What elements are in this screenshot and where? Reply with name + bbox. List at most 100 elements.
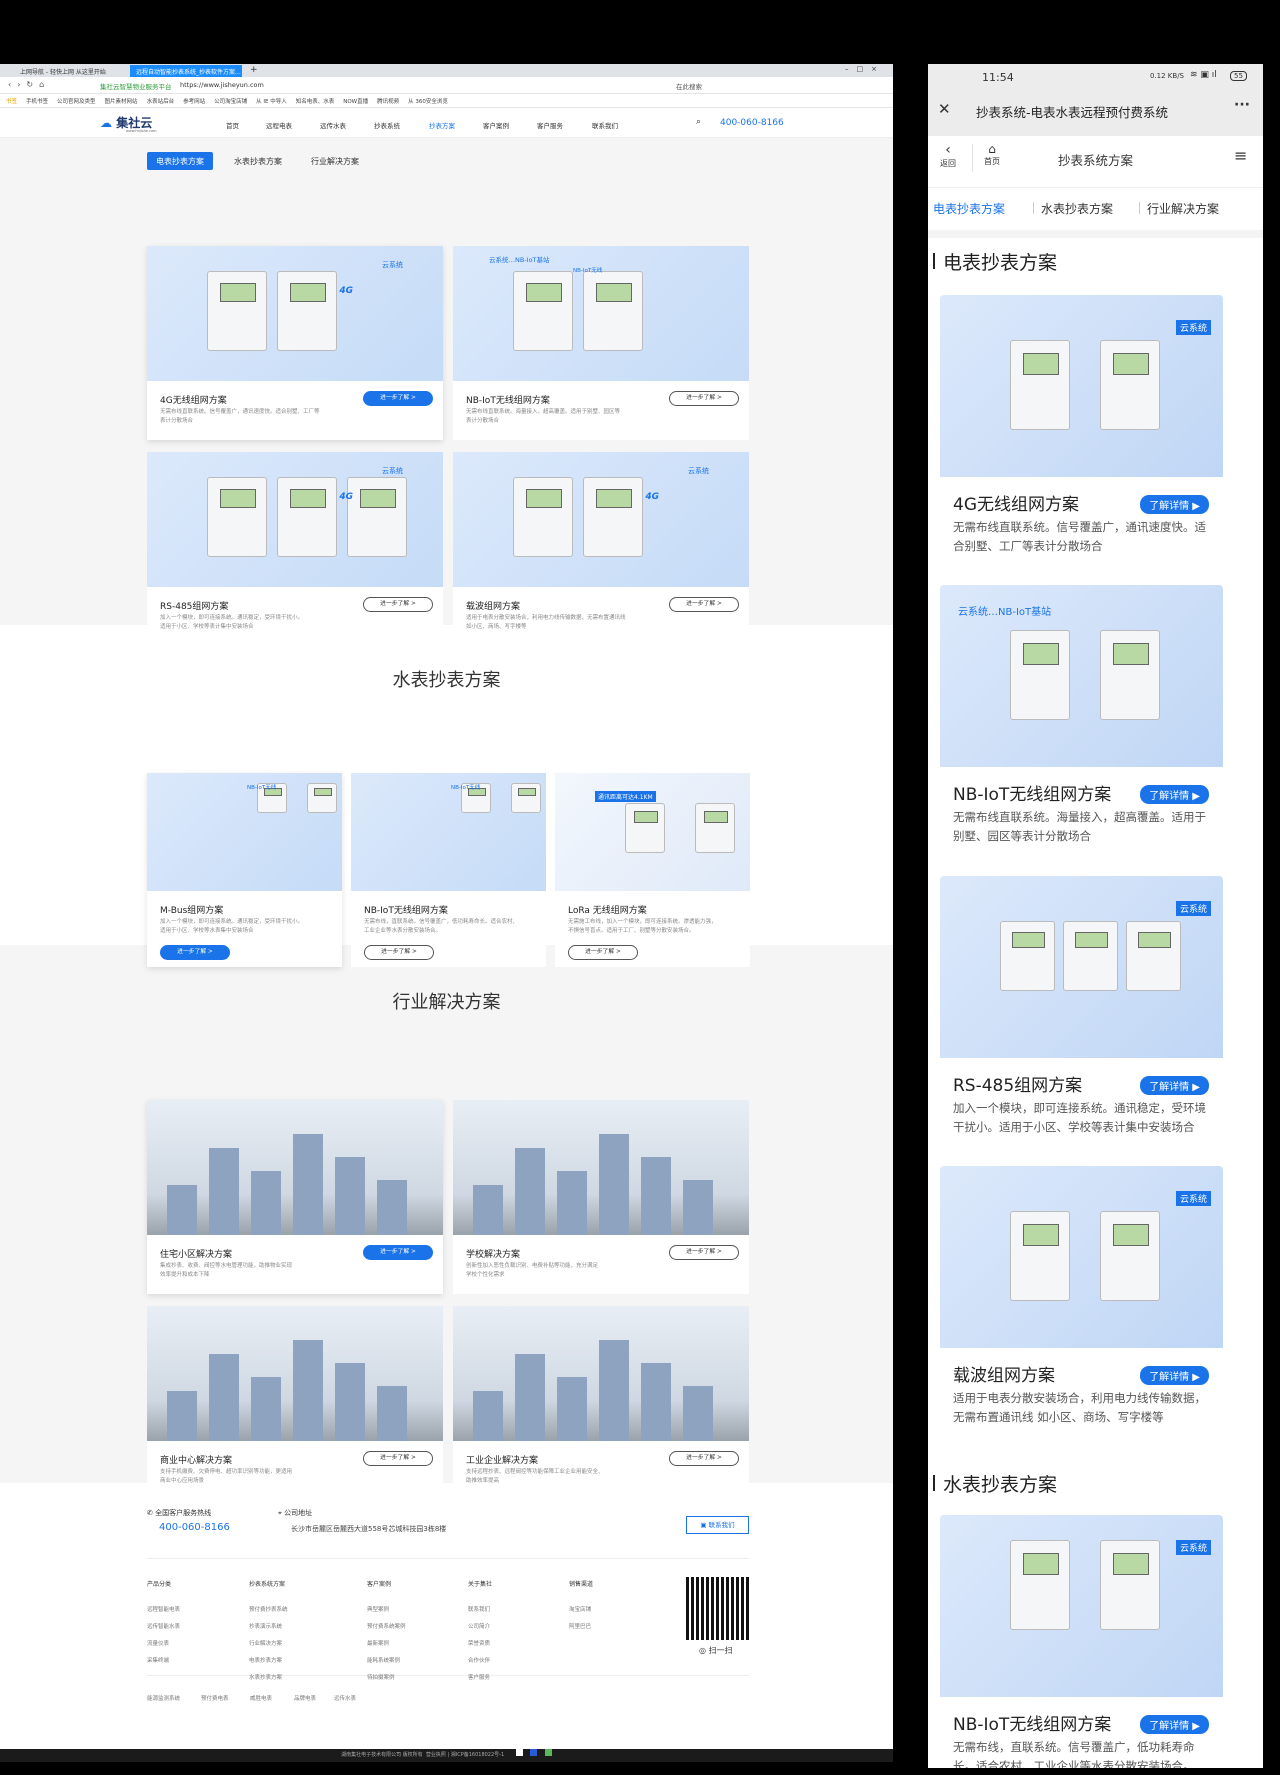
contact-us-button[interactable]: ▣ 联系我们 xyxy=(686,1516,749,1534)
footer-link[interactable]: 远程智能电表 xyxy=(147,1605,180,1613)
footer-link[interactable]: 阿里巴巴 xyxy=(569,1622,591,1630)
footer-bottom-link[interactable]: 品牌电表 xyxy=(294,1694,316,1702)
learn-more-button[interactable]: 进一步了解 > xyxy=(160,945,230,960)
bookmark-item[interactable]: 知名电表、水表 xyxy=(296,97,335,105)
bookmark-item[interactable]: 从 360安全浏览 xyxy=(408,97,448,105)
bookmark-item[interactable]: 从 IE 中导入 xyxy=(256,97,287,105)
building-illustration xyxy=(251,1377,281,1441)
footer-link[interactable]: 远传智能水表 xyxy=(147,1622,180,1630)
learn-detail-button[interactable]: 了解详情 ▶ xyxy=(1140,1076,1209,1095)
search-icon[interactable]: ⌕ xyxy=(696,117,701,127)
mobile-tab-3[interactable]: 行业解决方案 xyxy=(1147,200,1219,217)
tab-3[interactable]: 行业解决方案 xyxy=(302,152,368,170)
learn-more-button[interactable]: 进一步了解 > xyxy=(669,1245,739,1260)
mobile-tab-1[interactable]: 电表抄表方案 xyxy=(933,200,1005,217)
nb-label: NB-IoT无线 xyxy=(451,785,481,791)
meter-illustration xyxy=(1010,1211,1070,1301)
baidu-icon[interactable] xyxy=(530,1749,538,1756)
tab-1[interactable]: 电表抄表方案 xyxy=(147,152,213,170)
footer-link[interactable]: 行业解决方案 xyxy=(249,1639,282,1647)
bookmark-item[interactable]: 书签 xyxy=(6,97,17,105)
footer-link[interactable]: 客户服务 xyxy=(468,1673,490,1681)
footer-link[interactable]: 流量仪表 xyxy=(147,1639,169,1647)
card-image: 云系统 xyxy=(940,876,1223,1058)
footer-link[interactable]: 预付费系统案例 xyxy=(367,1622,406,1630)
footer-bottom-link[interactable]: 威胜电表 xyxy=(250,1694,272,1702)
learn-more-button[interactable]: 进一步了解 > xyxy=(669,391,739,406)
window-controls[interactable]: –□× xyxy=(845,65,885,73)
footer-link[interactable]: 联系我们 xyxy=(468,1605,490,1613)
learn-more-button[interactable]: 进一步了解 > xyxy=(363,1451,433,1466)
nav-item-6[interactable]: 客户案例 xyxy=(483,120,509,130)
footer-link[interactable]: 电表抄表方案 xyxy=(249,1656,282,1664)
footer-link[interactable]: 淘宝店铺 xyxy=(569,1605,591,1613)
footer-bottom-link[interactable]: 预付费电表 xyxy=(201,1694,229,1702)
divider xyxy=(1033,202,1034,214)
browser-tab-active[interactable]: 远程自动智能抄表系统_抄表软件方案... xyxy=(130,65,242,77)
browser-search-input[interactable]: 在此搜索 xyxy=(676,81,702,91)
footer-link[interactable]: 典型案例 xyxy=(367,1605,389,1613)
bookmark-item[interactable]: 图片素材网站 xyxy=(105,97,138,105)
learn-more-button[interactable]: 进一步了解 > xyxy=(568,945,638,960)
nav-item-1[interactable]: 首页 xyxy=(226,120,239,130)
footer-link[interactable]: 待拍摄案例 xyxy=(367,1673,395,1681)
building-illustration xyxy=(167,1185,197,1235)
icp-link[interactable]: 湘ICP备16018022号-1 xyxy=(451,1752,504,1758)
card-image: 云系统 4G xyxy=(453,452,749,587)
badge-icon[interactable] xyxy=(544,1749,552,1756)
badge-icon[interactable] xyxy=(515,1749,523,1756)
tab-2[interactable]: 水表抄表方案 xyxy=(225,152,291,170)
meter-illustration xyxy=(583,477,643,557)
footer-link[interactable]: 采集终端 xyxy=(147,1656,169,1664)
footer-bottom-link[interactable]: 远传水表 xyxy=(334,1694,356,1702)
nav-item-5[interactable]: 抄表方案 xyxy=(429,120,455,130)
bookmark-item[interactable]: 水表站后台 xyxy=(147,97,175,105)
bookmark-item[interactable]: 公司淘宝店铺 xyxy=(214,97,247,105)
footer-link[interactable]: 合作伙伴 xyxy=(468,1656,490,1664)
learn-detail-button[interactable]: 了解详情 ▶ xyxy=(1140,785,1209,804)
learn-more-button[interactable]: 进一步了解 > xyxy=(363,1245,433,1260)
meter-illustration xyxy=(1010,340,1070,430)
building-illustration xyxy=(335,1363,365,1441)
footer-link[interactable]: 抄表演示系统 xyxy=(249,1622,282,1630)
learn-detail-button[interactable]: 了解详情 ▶ xyxy=(1140,1715,1209,1734)
footer-link[interactable]: 公司简介 xyxy=(468,1622,490,1630)
license-link[interactable]: 营业执照 xyxy=(426,1752,446,1758)
building-illustration xyxy=(599,1340,629,1441)
bookmark-item[interactable]: NOW直播 xyxy=(343,97,368,105)
nav-item-7[interactable]: 客户服务 xyxy=(537,120,563,130)
footer-link[interactable]: 最新案例 xyxy=(367,1639,389,1647)
nav-buttons[interactable]: ‹›↻⌂ xyxy=(8,80,50,89)
electric-card-desc: 适用于电表分散安装场合，利用电力线传输数据，无需布置通讯线 xyxy=(466,615,626,621)
menu-icon[interactable]: ≡ xyxy=(1234,146,1247,165)
mobile-tab-2[interactable]: 水表抄表方案 xyxy=(1041,200,1113,217)
footer-bottom-link[interactable]: 能源监测系统 xyxy=(147,1694,180,1702)
close-icon[interactable]: ✕ xyxy=(938,100,951,118)
nav-item-4[interactable]: 抄表系统 xyxy=(374,120,400,130)
nav-item-2[interactable]: 远程电表 xyxy=(266,120,292,130)
url-input[interactable]: https://www.jisheyun.com xyxy=(180,81,264,89)
bookmark-item[interactable]: 腾讯视频 xyxy=(377,97,399,105)
footer-link[interactable]: 荣誉资质 xyxy=(468,1639,490,1647)
footer-link[interactable]: 水表抄表方案 xyxy=(249,1673,282,1681)
more-icon[interactable]: ··· xyxy=(1234,97,1250,113)
bookmark-item[interactable]: 公司官网及类型 xyxy=(57,97,96,105)
bookmark-item[interactable]: 参考网站 xyxy=(183,97,205,105)
learn-more-button[interactable]: 进一步了解 > xyxy=(363,391,433,406)
learn-more-button[interactable]: 进一步了解 > xyxy=(363,597,433,612)
nav-item-3[interactable]: 远传水表 xyxy=(320,120,346,130)
card-image: 云系统 xyxy=(940,1166,1223,1348)
bookmark-item[interactable]: 手机书签 xyxy=(26,97,48,105)
footer-link[interactable]: 预付费抄表系统 xyxy=(249,1605,288,1613)
browser-tab[interactable]: 上网导航 - 轻快上网 从这里开始 xyxy=(14,65,126,77)
learn-detail-button[interactable]: 了解详情 ▶ xyxy=(1140,495,1209,514)
learn-more-button[interactable]: 进一步了解 > xyxy=(669,597,739,612)
solution-card: 住宅小区解决方案 集成抄表、收费、阀控等水电管理功能，助推物业实现 效率提升和成本下… xyxy=(147,1100,443,1294)
footer-link[interactable]: 能耗系统案例 xyxy=(367,1656,400,1664)
new-tab-button[interactable]: + xyxy=(250,65,258,75)
learn-more-button[interactable]: 进一步了解 > xyxy=(669,1451,739,1466)
learn-detail-button[interactable]: 了解详情 ▶ xyxy=(1140,1366,1209,1385)
learn-more-button[interactable]: 进一步了解 > xyxy=(364,945,434,960)
nav-item-8[interactable]: 联系我们 xyxy=(592,120,618,130)
browser-tab-bar: 上网导航 - 轻快上网 从这里开始 远程自动智能抄表系统_抄表软件方案... +… xyxy=(0,64,893,77)
